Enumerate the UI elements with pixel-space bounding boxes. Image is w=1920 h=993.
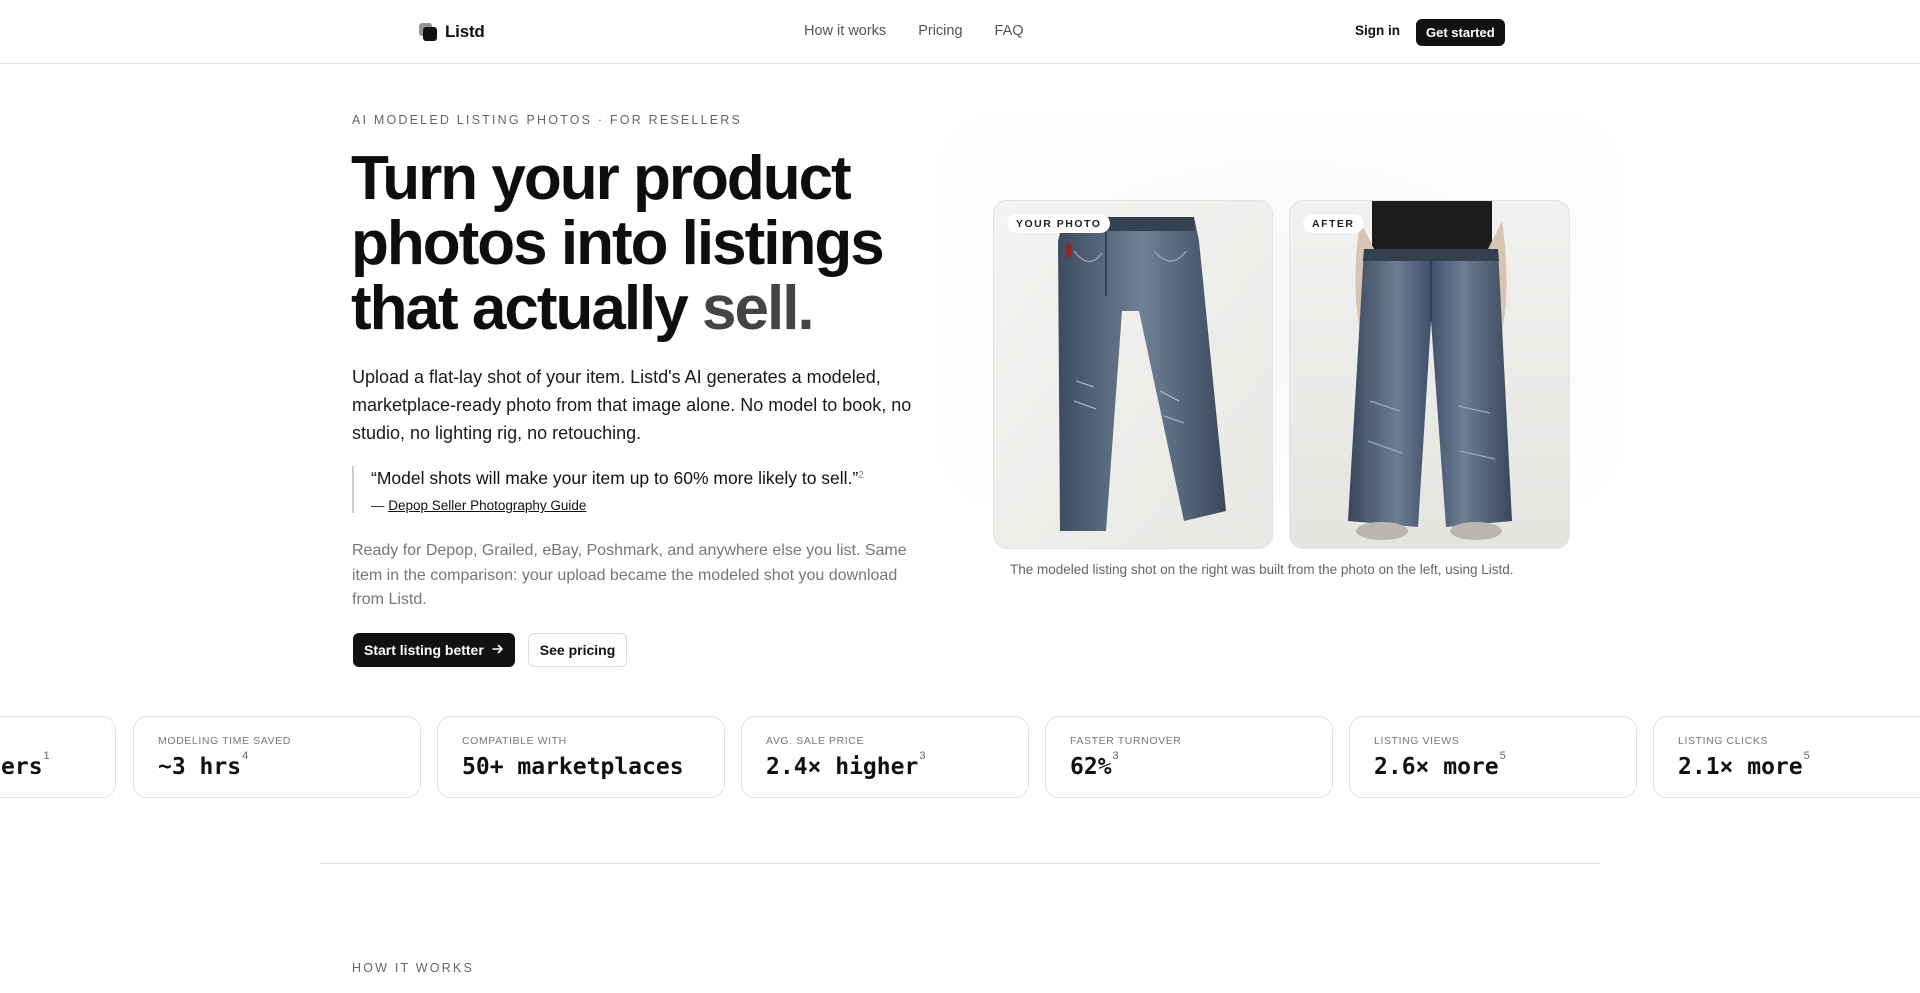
stat-card: AVG. SALE PRICE 2.4× higher3	[741, 716, 1029, 798]
sign-in-link[interactable]: Sign in	[1355, 23, 1400, 38]
stat-footnote-ref[interactable]: 3	[919, 750, 925, 762]
stat-label: MODELING TIME SAVED	[158, 735, 291, 747]
quote-footnote-ref[interactable]: 2	[858, 470, 864, 481]
hero-cta-row: Start listing better See pricing	[353, 633, 628, 667]
stat-value-text: 2.1× more	[1678, 754, 1803, 780]
section-divider	[319, 863, 1601, 864]
stat-value: 2.4× higher3	[766, 750, 925, 780]
how-it-works-eyebrow: HOW IT WORKS	[352, 961, 474, 975]
logo-icon	[419, 23, 437, 41]
stat-footnote-ref[interactable]: 4	[242, 750, 248, 762]
hero-note: Ready for Depop, Grailed, eBay, Poshmark…	[352, 542, 907, 608]
modeled-jeans-image	[1290, 201, 1569, 548]
stat-footnote-ref[interactable]: 5	[1500, 750, 1506, 762]
stat-footnote-ref[interactable]: 3	[1113, 750, 1119, 762]
stat-value: 2.6× more5	[1374, 750, 1506, 780]
stat-label: LISTING CLICKS	[1678, 735, 1769, 747]
stat-value-text: 62%	[1070, 754, 1112, 780]
brand-logo[interactable]: Listd	[419, 22, 485, 42]
stat-value-text: 50+ marketplaces	[462, 754, 684, 780]
stat-label: COMPATIBLE WITH	[462, 735, 567, 747]
quote-source: — Depop Seller Photography Guide	[371, 498, 912, 513]
stat-footnote-ref[interactable]: 1	[44, 750, 50, 762]
stat-value: ers1	[1, 750, 50, 780]
comparison-caption: The modeled listing shot on the right wa…	[1010, 562, 1514, 577]
after-label: AFTER	[1303, 214, 1364, 233]
stat-value: 2.1× more5	[1678, 750, 1810, 780]
stat-value: ~3 hrs4	[158, 750, 248, 780]
stat-value-text: 2.4× higher	[766, 754, 919, 780]
hero-quote: “Model shots will make your item up to 6…	[352, 466, 912, 513]
before-label: YOUR PHOTO	[1007, 214, 1111, 233]
before-photo: YOUR PHOTO	[993, 200, 1273, 549]
nav-link-how-it-works[interactable]: How it works	[804, 23, 886, 39]
quote-source-link[interactable]: Depop Seller Photography Guide	[388, 498, 586, 513]
stat-value: 62%3	[1070, 750, 1119, 780]
stat-label: FASTER TURNOVER	[1070, 735, 1182, 747]
get-started-button[interactable]: Get started	[1416, 19, 1505, 46]
stat-footnote-ref[interactable]: 5	[1804, 750, 1810, 762]
start-listing-label: Start listing better	[364, 642, 484, 658]
stats-strip: ers1 MODELING TIME SAVED ~3 hrs4 COMPATI…	[0, 716, 1920, 800]
stat-card: LISTING VIEWS 2.6× more5	[1349, 716, 1637, 798]
stat-card: COMPATIBLE WITH 50+ marketplaces	[437, 716, 725, 798]
nav-links: How it works Pricing FAQ	[804, 23, 1024, 39]
stat-card: FASTER TURNOVER 62%3	[1045, 716, 1333, 798]
quote-dash: —	[371, 498, 389, 513]
hero-eyebrow: AI MODELED LISTING PHOTOS · FOR RESELLER…	[352, 113, 743, 127]
arrow-right-icon	[491, 642, 504, 658]
stat-value-text: ~3 hrs	[158, 754, 242, 780]
hero-headline: Turn your product photos into listings t…	[351, 146, 951, 341]
start-listing-button[interactable]: Start listing better	[353, 633, 515, 667]
stat-label: AVG. SALE PRICE	[766, 735, 865, 747]
quote-text: “Model shots will make your item up to 6…	[371, 466, 912, 490]
headline-accent: sell.	[702, 274, 815, 343]
top-nav: Listd How it works Pricing FAQ Sign in G…	[0, 0, 1920, 64]
after-photo: AFTER	[1289, 200, 1570, 549]
stat-value-text: ers	[1, 754, 43, 780]
stat-label: LISTING VIEWS	[1374, 735, 1460, 747]
nav-link-pricing[interactable]: Pricing	[918, 23, 962, 39]
nav-link-faq[interactable]: FAQ	[995, 23, 1024, 39]
stat-card: LISTING CLICKS 2.1× more5	[1653, 716, 1920, 798]
stat-card: MODELING TIME SAVED ~3 hrs4	[133, 716, 421, 798]
brand-name: Listd	[445, 22, 485, 41]
hero-lede: Upload a flat-lay shot of your item. Lis…	[352, 367, 912, 443]
see-pricing-button[interactable]: See pricing	[527, 633, 628, 667]
stat-value-text: 2.6× more	[1374, 754, 1499, 780]
quote-body: “Model shots will make your item up to 6…	[371, 468, 859, 488]
flat-jeans-image	[994, 201, 1272, 548]
stat-card: ers1	[0, 716, 116, 798]
stat-value: 50+ marketplaces	[462, 754, 685, 780]
